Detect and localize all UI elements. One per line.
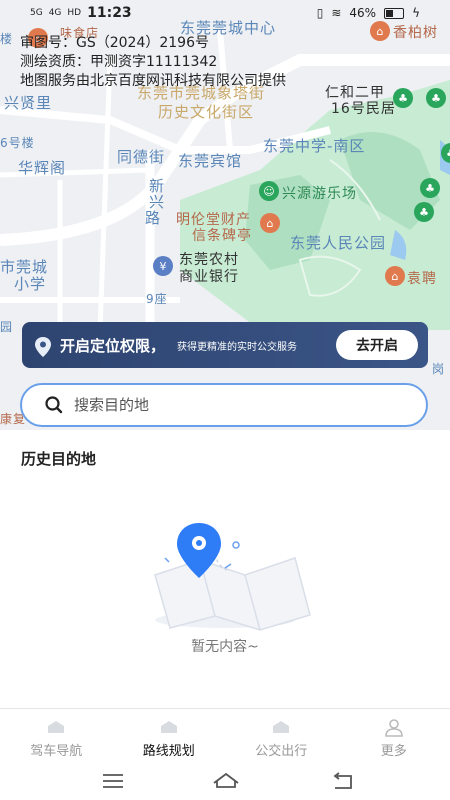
copyright-line: 地图服务由北京百度网讯科技有限公司提供	[20, 73, 286, 89]
location-permission-banner: 开启定位权限， 获得更精准的实时公交服务 去开启	[22, 322, 428, 368]
map-label: 兴源游乐场	[282, 186, 357, 202]
map-label: 岗	[432, 362, 446, 376]
tab-drive-navigation[interactable]: 驾车导航	[0, 709, 113, 765]
map-label: 9座	[146, 292, 168, 306]
bottom-tab-bar: 驾车导航 路线规划 公交出行 更多	[0, 708, 450, 765]
location-banner-title: 开启定位权限，	[60, 336, 166, 355]
location-banner-subtitle: 获得更精准的实时公交服务	[177, 341, 298, 353]
copyright-line: 审图号：GS（2024）2196号	[20, 35, 209, 51]
map-label: 路	[145, 209, 162, 227]
map-label: 商业银行	[179, 269, 239, 285]
search-icon	[44, 395, 64, 415]
map-label: 园	[0, 320, 14, 334]
hd-badge: HD	[67, 8, 82, 18]
battery-icon	[384, 7, 405, 19]
tree-icon: ♣	[414, 202, 434, 222]
tab-route-planning[interactable]: 路线规划	[113, 709, 226, 765]
bank-icon: ¥	[153, 256, 173, 276]
empty-state-illustration	[135, 520, 315, 635]
map-copyright: 审图号：GS（2024）2196号 测绘资质：甲测资字11111342 地图服务…	[20, 34, 286, 91]
map-label: 东莞人民公园	[290, 234, 387, 252]
battery-percent: 46%	[349, 6, 377, 20]
map-label: 小学	[14, 275, 47, 293]
copyright-line: 测绘资质：甲测资字11111342	[20, 54, 218, 70]
status-bar: 5G 4G HD 11:23 ▯ ≋ 46% ϟ	[0, 0, 450, 28]
map-label: 16号民居	[331, 101, 396, 117]
tree-icon: ♣	[420, 178, 440, 198]
restaurant-icon: ⌂	[385, 266, 405, 286]
menu-icon[interactable]	[102, 773, 124, 793]
map-label: 信条碑亭	[192, 228, 252, 244]
map-label: 历史文化街区	[158, 103, 255, 121]
status-time: 11:23	[87, 5, 132, 21]
tab-public-transit[interactable]: 公交出行	[225, 709, 338, 765]
user-icon	[383, 719, 405, 737]
charging-icon: ϟ	[412, 6, 420, 20]
tab-label: 公交出行	[255, 744, 308, 759]
car-icon	[45, 719, 67, 735]
location-pin-icon	[34, 336, 52, 357]
signal-4g: 4G	[48, 8, 62, 18]
map-label: 楼	[0, 32, 14, 46]
back-icon[interactable]	[332, 772, 354, 794]
tree-icon: ♣	[393, 88, 413, 108]
tab-label: 路线规划	[142, 744, 195, 759]
wifi-icon: ≋	[331, 6, 342, 20]
home-icon[interactable]	[212, 771, 240, 793]
map-label: 袁聘	[407, 271, 437, 287]
map-label: 华辉阁	[18, 159, 67, 177]
tab-label: 更多	[380, 744, 407, 759]
signal-5g: 5G	[30, 8, 43, 18]
vibrate-icon: ▯	[316, 6, 324, 20]
map-label: 同德街	[117, 148, 166, 166]
tree-icon: ♣	[426, 88, 446, 108]
bus-icon	[270, 719, 292, 735]
map-label: 东莞宾馆	[178, 152, 243, 170]
amusement-park-icon: ☺	[259, 181, 279, 201]
tab-label: 驾车导航	[30, 744, 83, 759]
search-bar[interactable]	[20, 383, 428, 427]
search-input[interactable]	[72, 395, 376, 415]
map-label: 东莞中学-南区	[263, 137, 366, 155]
enable-location-button[interactable]: 去开启	[336, 330, 418, 360]
empty-state-text: 暂无内容~	[191, 639, 259, 655]
history-title: 历史目的地	[21, 450, 97, 468]
system-nav-bar	[0, 766, 450, 800]
monument-icon: ⌂	[260, 213, 280, 233]
map-label: 兴贤里	[4, 94, 53, 112]
route-icon	[158, 719, 180, 735]
tab-more[interactable]: 更多	[338, 709, 450, 765]
map-label: 6号楼	[0, 136, 35, 150]
